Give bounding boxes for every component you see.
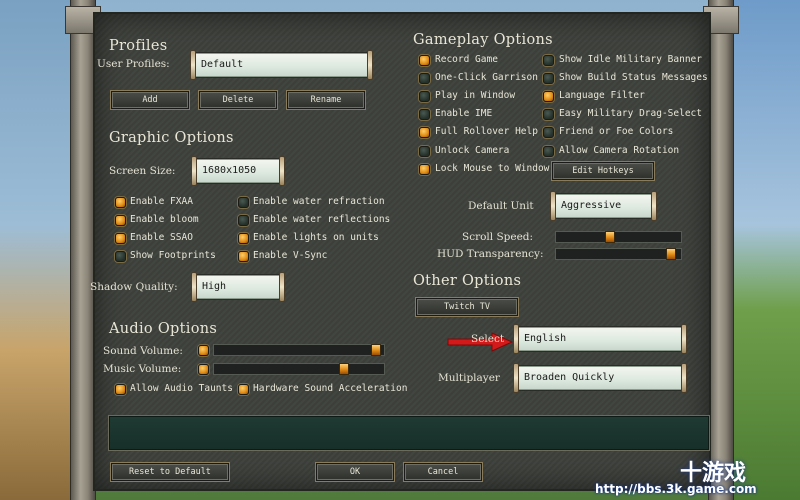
friend-or-foe-label: Friend or Foe Colors bbox=[559, 126, 674, 137]
music-volume-slider[interactable] bbox=[213, 363, 385, 375]
multiplayer-label: Multiplayer bbox=[438, 372, 500, 384]
lock-mouse-label: Lock Mouse to Window bbox=[435, 163, 550, 174]
vsync-checkbox[interactable] bbox=[238, 251, 249, 262]
friend-or-foe-checkbox[interactable] bbox=[543, 127, 554, 138]
music-volume-toggle[interactable] bbox=[198, 364, 209, 375]
right-stone-pillar bbox=[708, 0, 734, 500]
one-click-garrison-checkbox[interactable] bbox=[419, 73, 430, 84]
sound-volume-knob[interactable] bbox=[371, 344, 381, 356]
edit-hotkeys-button[interactable]: Edit Hotkeys bbox=[552, 162, 654, 180]
play-in-window-checkbox[interactable] bbox=[419, 91, 430, 102]
easy-military-drag-select-checkbox[interactable] bbox=[543, 109, 554, 120]
background-left-scenery bbox=[0, 0, 80, 500]
ssao-label: Enable SSAO bbox=[130, 232, 193, 243]
scroll-speed-label: Scroll Speed: bbox=[462, 231, 534, 243]
audio-taunts-checkbox[interactable] bbox=[115, 384, 126, 395]
sound-volume-slider[interactable] bbox=[213, 344, 385, 356]
language-select-field[interactable]: English bbox=[513, 324, 687, 354]
profiles-heading: Profiles bbox=[109, 38, 168, 54]
water-reflections-label: Enable water reflections bbox=[253, 214, 391, 225]
default-unit-field[interactable]: Aggressive bbox=[550, 191, 657, 221]
hardware-sound-checkbox[interactable] bbox=[238, 384, 249, 395]
music-volume-knob[interactable] bbox=[339, 363, 349, 375]
one-click-garrison-label: One-Click Garrison bbox=[435, 72, 538, 83]
multiplayer-field[interactable]: Broaden Quickly bbox=[513, 363, 687, 393]
screen-size-field[interactable]: 1680x1050 bbox=[191, 156, 285, 186]
user-profiles-field[interactable]: Default bbox=[190, 50, 373, 80]
cancel-button[interactable]: Cancel bbox=[404, 463, 482, 481]
rename-profile-button[interactable]: Rename bbox=[287, 91, 365, 109]
build-status-messages-label: Show Build Status Messages bbox=[559, 72, 708, 83]
fxaa-checkbox[interactable] bbox=[115, 197, 126, 208]
bloom-checkbox[interactable] bbox=[115, 215, 126, 226]
audio-options-heading: Audio Options bbox=[109, 321, 218, 337]
bloom-label: Enable bloom bbox=[130, 214, 199, 225]
record-game-checkbox[interactable] bbox=[419, 55, 430, 66]
twitch-tv-button[interactable]: Twitch TV bbox=[416, 298, 518, 316]
sound-volume-toggle[interactable] bbox=[198, 345, 209, 356]
add-profile-button[interactable]: Add bbox=[111, 91, 189, 109]
lights-on-units-checkbox[interactable] bbox=[238, 233, 249, 244]
easy-military-drag-select-label: Easy Military Drag-Select bbox=[559, 108, 702, 119]
idle-military-banner-label: Show Idle Military Banner bbox=[559, 54, 702, 65]
enable-ime-checkbox[interactable] bbox=[419, 109, 430, 120]
hud-transparency-slider[interactable] bbox=[555, 248, 682, 260]
full-rollover-help-checkbox[interactable] bbox=[419, 127, 430, 138]
unlock-camera-checkbox[interactable] bbox=[419, 146, 430, 157]
ssao-checkbox[interactable] bbox=[115, 233, 126, 244]
language-filter-checkbox[interactable] bbox=[543, 91, 554, 102]
ok-button[interactable]: OK bbox=[316, 463, 394, 481]
enable-ime-label: Enable IME bbox=[435, 108, 493, 119]
record-game-label: Record Game bbox=[435, 54, 498, 65]
scroll-speed-slider[interactable] bbox=[555, 231, 682, 243]
full-rollover-help-label: Full Rollover Help bbox=[435, 126, 538, 137]
idle-military-banner-checkbox[interactable] bbox=[543, 55, 554, 66]
music-volume-label: Music Volume: bbox=[103, 363, 182, 375]
audio-taunts-label: Allow Audio Taunts bbox=[130, 383, 233, 394]
footprints-checkbox[interactable] bbox=[115, 251, 126, 262]
hud-transparency-knob[interactable] bbox=[666, 248, 676, 260]
other-options-heading: Other Options bbox=[413, 273, 522, 289]
user-profiles-label: User Profiles: bbox=[97, 58, 170, 70]
lock-mouse-checkbox[interactable] bbox=[419, 164, 430, 175]
shadow-quality-field[interactable]: High bbox=[191, 272, 285, 302]
build-status-messages-checkbox[interactable] bbox=[543, 73, 554, 84]
shadow-quality-label: Shadow Quality: bbox=[90, 281, 178, 293]
language-filter-label: Language Filter bbox=[559, 90, 645, 101]
default-unit-label: Default Unit bbox=[468, 200, 534, 212]
camera-rotation-checkbox[interactable] bbox=[543, 146, 554, 157]
water-refraction-checkbox[interactable] bbox=[238, 197, 249, 208]
watermark-url: http://bbs.3k.game.com bbox=[595, 482, 757, 496]
scroll-speed-knob[interactable] bbox=[605, 231, 615, 243]
camera-rotation-label: Allow Camera Rotation bbox=[559, 145, 680, 156]
select-label: Select bbox=[471, 333, 505, 345]
message-box bbox=[109, 416, 709, 450]
vsync-label: Enable V-Sync bbox=[253, 250, 328, 261]
hud-transparency-label: HUD Transparency: bbox=[437, 248, 544, 260]
graphic-options-heading: Graphic Options bbox=[109, 130, 234, 146]
fxaa-label: Enable FXAA bbox=[130, 196, 193, 207]
lights-on-units-label: Enable lights on units bbox=[253, 232, 379, 243]
gameplay-options-heading: Gameplay Options bbox=[413, 32, 553, 48]
hardware-sound-label: Hardware Sound Acceleration bbox=[253, 383, 408, 394]
delete-profile-button[interactable]: Delete bbox=[199, 91, 277, 109]
water-refraction-label: Enable water refraction bbox=[253, 196, 385, 207]
sound-volume-label: Sound Volume: bbox=[103, 345, 183, 357]
water-reflections-checkbox[interactable] bbox=[238, 215, 249, 226]
unlock-camera-label: Unlock Camera bbox=[435, 145, 510, 156]
play-in-window-label: Play in Window bbox=[435, 90, 516, 101]
screen-size-label: Screen Size: bbox=[109, 165, 176, 177]
footprints-label: Show Footprints bbox=[130, 250, 216, 261]
reset-to-default-button[interactable]: Reset to Default bbox=[111, 463, 229, 481]
